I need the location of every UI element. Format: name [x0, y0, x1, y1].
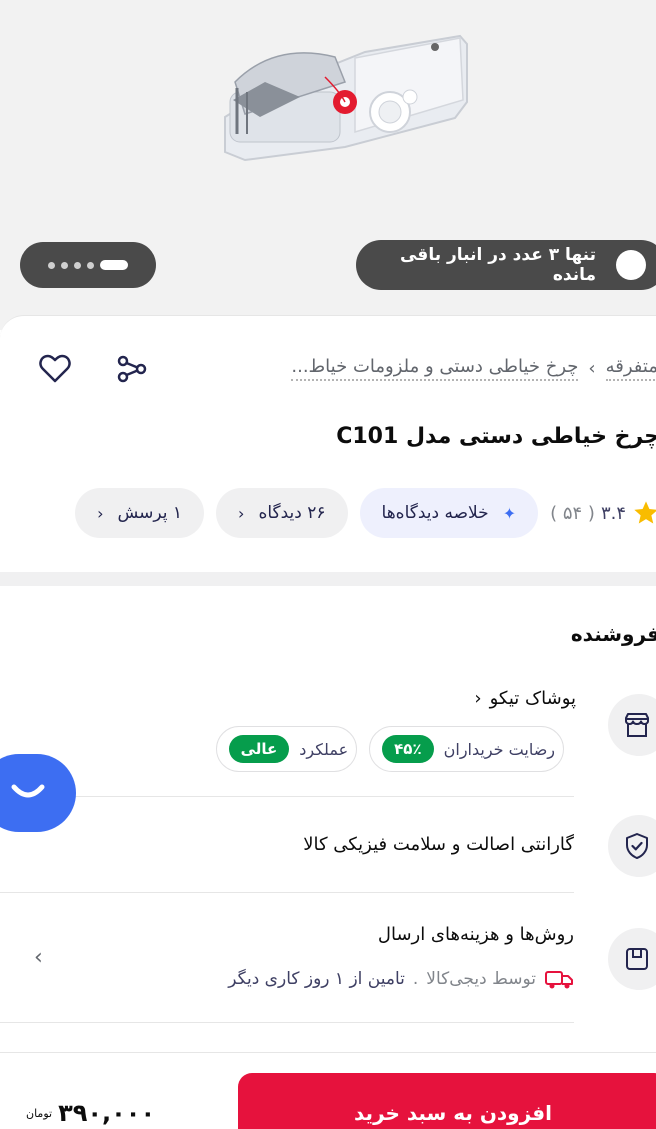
box-icon: [626, 948, 648, 970]
warranty-icon-circle: [608, 815, 656, 877]
breadcrumb: متفرقه › چرخ خیاطی دستی و ملزومات خیاط..…: [291, 356, 656, 381]
product-gallery[interactable]: تنها ۳ عدد در انبار باقی مانده: [0, 0, 656, 330]
performance-badge: عملکرد عالی: [215, 726, 358, 772]
bottom-bar: افزودن به سبد خرید ۳۹۰,۰۰۰ تومان: [0, 1052, 656, 1129]
shipping-separator: .: [412, 969, 419, 989]
rating-chips: ۳.۴ ( ۵۴ ) ✦ خلاصه دیدگاه‌ها ۲۶ دیدگاه ‹…: [75, 488, 656, 538]
satisfaction-label: رضایت خریداران: [443, 739, 555, 759]
seller-name-link[interactable]: پوشاک تیکو ‹: [474, 688, 576, 709]
row-divider: [0, 1022, 574, 1023]
heart-icon[interactable]: [37, 351, 73, 387]
store-icon-circle: [608, 694, 656, 756]
price: ۳۹۰,۰۰۰ تومان: [26, 1099, 155, 1127]
satisfaction-badge: رضایت خریداران ۴۵٪: [369, 726, 564, 772]
pager-dot-active[interactable]: [100, 260, 128, 270]
questions-label: ۱ پرسش: [117, 503, 183, 523]
stock-notice-text: تنها ۳ عدد در انبار باقی مانده: [399, 245, 596, 285]
questions-chip[interactable]: ۱ پرسش ‹: [75, 488, 205, 538]
price-value: ۳۹۰,۰۰۰: [58, 1099, 156, 1127]
warranty-text: گارانتی اصالت و سلامت فیزیکی کالا: [303, 834, 574, 855]
star-icon: [634, 501, 656, 524]
review-summary-chip[interactable]: ✦ خلاصه دیدگاه‌ها: [359, 488, 539, 538]
product-image: [224, 34, 468, 162]
seller-section-title: فروشنده: [570, 622, 656, 646]
chevron-left-icon: ‹: [474, 688, 482, 709]
row-divider: [0, 796, 574, 797]
seller-name: پوشاک تیکو: [489, 688, 576, 709]
delivery-truck-icon: [545, 971, 573, 989]
review-summary-label: خلاصه دیدگاه‌ها: [381, 503, 489, 523]
store-icon: [625, 713, 649, 737]
pager-dot[interactable]: [74, 261, 81, 269]
pager-dot[interactable]: [48, 261, 55, 269]
section-divider: [0, 572, 656, 586]
chat-button[interactable]: [0, 754, 76, 832]
smile-icon: [11, 784, 45, 798]
row-divider: [0, 892, 574, 893]
shipping-title[interactable]: روش‌ها و هزینه‌های ارسال: [378, 924, 574, 945]
chevron-left-icon: ‹: [97, 503, 104, 523]
reviews-chip[interactable]: ۲۶ دیدگاه ‹: [216, 488, 348, 538]
breadcrumb-item[interactable]: متفرقه: [605, 356, 656, 381]
stock-notice: تنها ۳ عدد در انبار باقی مانده: [356, 240, 656, 290]
pager-dot[interactable]: [87, 261, 94, 269]
shipping-icon-circle: [608, 928, 656, 990]
shield-check-icon: [626, 833, 648, 859]
product-info-card: متفرقه › چرخ خیاطی دستی و ملزومات خیاط..…: [0, 315, 656, 575]
seller-badges: رضایت خریداران ۴۵٪ عملکرد عالی: [215, 726, 564, 772]
shipping-eta: تامین از ۱ روز کاری دیگر: [228, 969, 405, 989]
breadcrumb-chevron-icon: ›: [588, 358, 596, 379]
currency-label: تومان: [26, 1106, 53, 1120]
add-to-cart-button[interactable]: افزودن به سبد خرید: [238, 1073, 656, 1129]
chevron-left-icon: ‹: [238, 503, 245, 523]
shipping-details: توسط دیجی‌کالا . تامین از ۱ روز کاری دیگ…: [228, 968, 574, 990]
reviews-label: ۲۶ دیدگاه: [258, 503, 326, 523]
breadcrumb-item[interactable]: چرخ خیاطی دستی و ملزومات خیاط...: [291, 356, 579, 381]
share-icon[interactable]: [113, 351, 149, 387]
rating-value: ۳.۴: [600, 502, 626, 524]
pager-dot[interactable]: [61, 261, 68, 269]
satisfaction-value: ۴۵٪: [382, 735, 434, 763]
product-rating: ۳.۴ ( ۵۴ ): [550, 499, 656, 527]
sparkle-icon: ✦: [502, 503, 517, 523]
product-title: چرخ خیاطی دستی مدل C101: [336, 424, 656, 449]
performance-value: عالی: [228, 735, 290, 763]
rating-count: ( ۵۴ ): [550, 502, 595, 524]
stock-indicator-icon: [616, 250, 646, 280]
chevron-left-icon[interactable]: ‹: [34, 945, 43, 970]
gallery-pager[interactable]: [20, 242, 156, 288]
performance-label: عملکرد: [299, 739, 349, 759]
shipping-provider: توسط دیجی‌کالا: [426, 969, 536, 989]
